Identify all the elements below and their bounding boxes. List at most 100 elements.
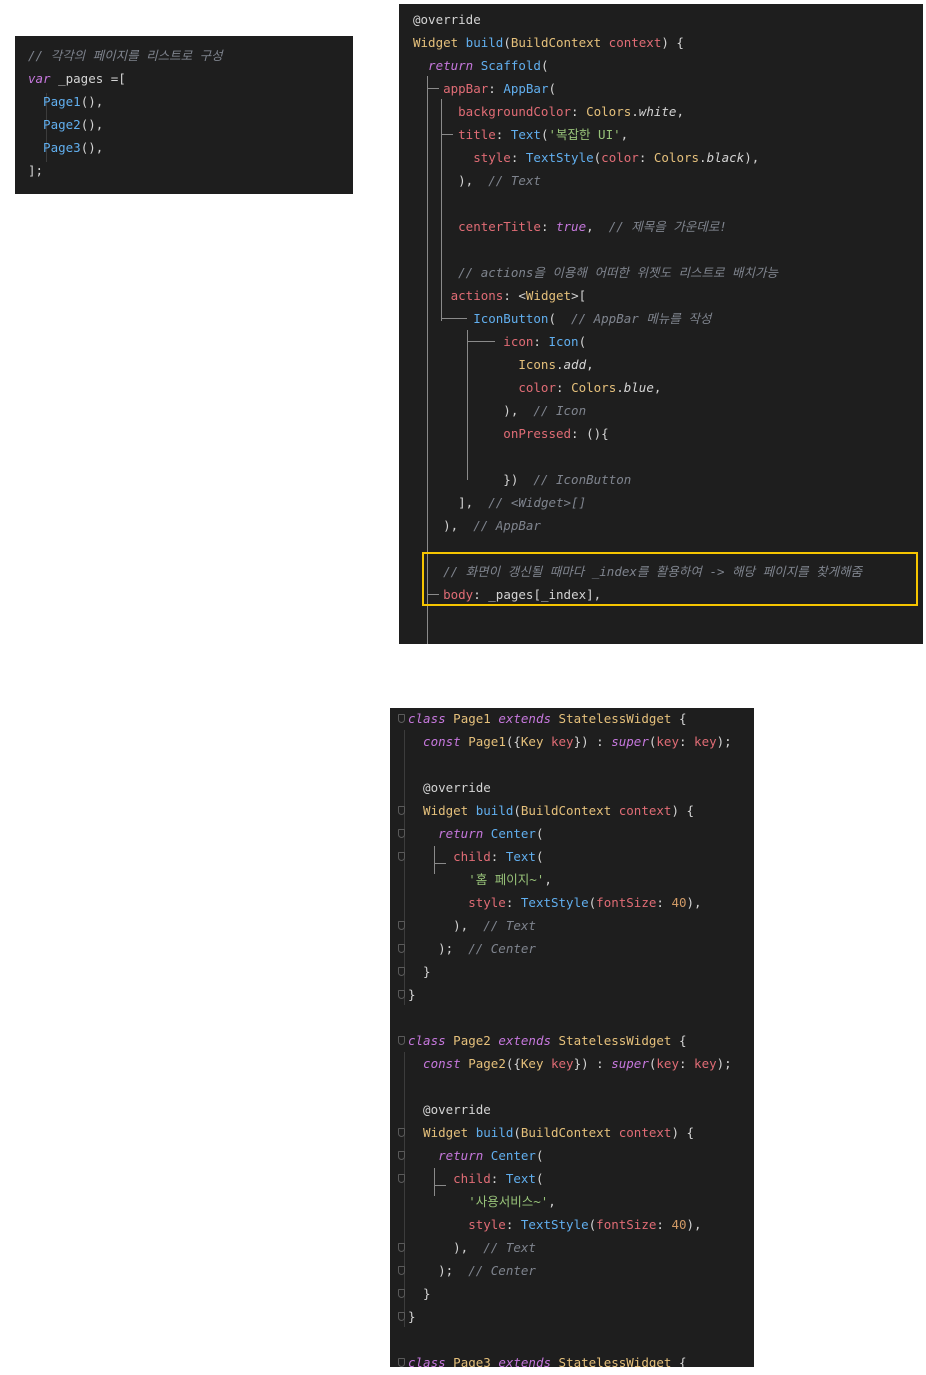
code-line: const Page1({Key key}) : super(key: key)… (408, 730, 732, 753)
code-token-plain: : (490, 1171, 506, 1186)
code-token-bracket: ( (535, 849, 544, 864)
code-token-comment: // IconButton (518, 472, 632, 487)
code-line: ); // Center (408, 1259, 536, 1282)
code-token-bracket: } (408, 1286, 431, 1301)
code-token-type: Widget (408, 1125, 469, 1140)
code-token-prop: color (413, 380, 556, 395)
fold-marker-icon[interactable] (398, 1174, 405, 1183)
code-token-comment: // 각각의 페이지를 리스트로 구성 (28, 48, 223, 63)
code-token-plain: : (505, 895, 521, 910)
fold-marker-icon[interactable] (398, 714, 405, 723)
code-token-keyword: super (611, 734, 649, 749)
code-token-plain: : (656, 1217, 672, 1232)
code-token-bracket: ( (535, 1148, 544, 1163)
code-token-class: Scaffold (473, 58, 541, 73)
code-token-bracket: ( (513, 1125, 521, 1140)
code-token-type: Colors (653, 150, 700, 165)
code-token-plain: : (488, 81, 504, 96)
code-token-plain: , (620, 127, 629, 142)
fold-marker-icon[interactable] (398, 1266, 405, 1275)
code-token-param: key (543, 734, 574, 749)
code-line: ], // <Widget>[] (413, 491, 586, 514)
code-line: @override (408, 776, 491, 799)
code-token-keyword: const (408, 1056, 461, 1071)
code-token-class: TextStyle (520, 895, 589, 910)
code-line: @override (408, 1098, 491, 1121)
code-token-bracket: ]; (28, 163, 44, 178)
code-line: return Scaffold( (413, 54, 548, 77)
code-line: Widget build(BuildContext context) { (408, 1121, 694, 1144)
code-token-punct: (), (80, 140, 104, 155)
code-token-keyword: return (408, 1148, 484, 1163)
code-line: var _pages =[ (28, 67, 126, 90)
code-line: } (408, 1305, 416, 1328)
code-token-plain: . (631, 104, 639, 119)
fold-marker-icon[interactable] (398, 1243, 405, 1252)
fold-marker-icon[interactable] (398, 1358, 405, 1367)
code-token-plain: . (556, 357, 564, 372)
fold-marker-icon[interactable] (398, 967, 405, 976)
fold-marker-icon[interactable] (398, 1151, 405, 1160)
code-token-plain: : (556, 380, 572, 395)
code-token-prop: onPressed (413, 426, 572, 441)
code-token-type: Key (520, 734, 544, 749)
fold-marker-icon[interactable] (398, 852, 405, 861)
code-token-keyword: const (408, 734, 461, 749)
code-token-bracket: ( (548, 311, 556, 326)
code-token-keyword: true (556, 219, 587, 234)
fold-marker-icon[interactable] (398, 944, 405, 953)
fold-marker-icon[interactable] (398, 1312, 405, 1321)
code-token-param: context (611, 1125, 672, 1140)
code-token-bracket: ), (408, 1240, 469, 1255)
code-token-bracket: } (408, 964, 431, 979)
code-token-prop: style (413, 150, 511, 165)
code-token-prop: fontSize (596, 1217, 657, 1232)
code-token-plain: : (495, 127, 511, 142)
fold-marker-icon[interactable] (398, 829, 405, 838)
code-token-comment: // Center (453, 941, 536, 956)
fold-marker-icon[interactable] (398, 1036, 405, 1045)
code-token-plain: : (678, 1056, 695, 1071)
code-token-bracket: ( (540, 58, 549, 73)
code-token-prop: icon (413, 334, 534, 349)
code-token-string: '사용서비스~' (408, 1194, 549, 1209)
code-line: Page1(), (28, 90, 103, 113)
code-line: title: Text('복잡한 UI', (413, 123, 628, 146)
fold-marker-icon[interactable] (398, 990, 405, 999)
code-line: style: TextStyle(fontSize: 40), (408, 891, 702, 914)
code-line: } (408, 1282, 431, 1305)
code-line: centerTitle: true, // 제목을 가운데로! (413, 215, 727, 238)
code-line: }) // IconButton (413, 468, 631, 491)
code-line: class Page3 extends StatelessWidget { (408, 1351, 687, 1367)
code-token-bracket: } (408, 987, 416, 1002)
fold-marker-icon[interactable] (398, 806, 405, 815)
code-token-bracket: } (408, 1309, 416, 1324)
fold-marker-icon[interactable] (398, 921, 405, 930)
code-line: '홈 페이지~', (408, 868, 552, 891)
code-token-class: Text (505, 849, 536, 864)
fold-marker-icon[interactable] (398, 1128, 405, 1137)
code-token-bracket: ( (548, 81, 557, 96)
code-token-type: BuildContext (520, 803, 612, 818)
code-token-punct: (), (80, 117, 104, 132)
code-token-bracket: ); (716, 1056, 732, 1071)
code-token-bracket: ), (686, 895, 702, 910)
code-token-prop: title (413, 127, 496, 142)
fold-marker-icon[interactable] (398, 1289, 405, 1298)
code-token-keyword: return (408, 826, 484, 841)
code-token-comment: // 제목을 가운데로! (593, 219, 727, 234)
code-token-class: Center (483, 826, 536, 841)
code-token-bracket: ( (540, 127, 549, 142)
code-token-bracket: ( (513, 803, 521, 818)
code-line: } (408, 960, 431, 983)
code-token-type: Icons (413, 357, 556, 372)
code-token-plain: : (505, 1217, 521, 1232)
code-token-plain: : (638, 150, 654, 165)
code-line: // actions을 이용해 어떠한 위젯도 리스트로 배치가능 (413, 261, 778, 284)
code-lines: // 각각의 페이지를 리스트로 구성 var _pages =[ Page1()… (15, 36, 353, 194)
code-token-bracket: ], (413, 495, 474, 510)
code-token-bracket: >[ (571, 288, 587, 303)
code-token-bracket: ); (408, 1263, 454, 1278)
code-token-keyword: extends (498, 1033, 552, 1048)
code-line: IconButton( // AppBar 메뉴를 작성 (413, 307, 711, 330)
